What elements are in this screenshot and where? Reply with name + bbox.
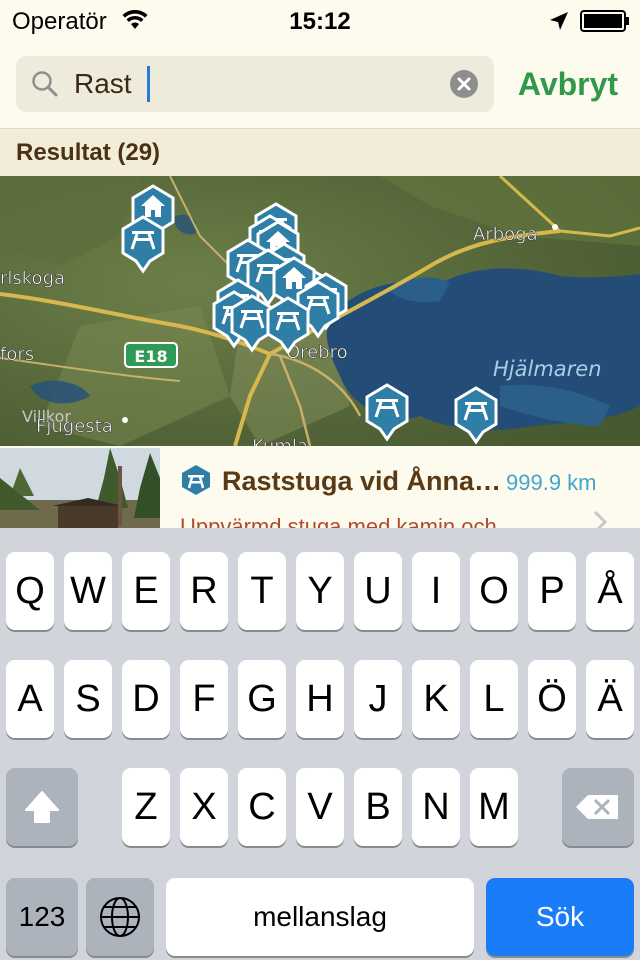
results-header: Resultat (29) [0,128,640,176]
key-b[interactable]: B [354,768,402,846]
map-label-orebro: Örebro [286,341,348,363]
key-c[interactable]: C [238,768,286,846]
key-å[interactable]: Å [586,552,634,630]
key-x[interactable]: X [180,768,228,846]
e18-road-sign: E18 [124,342,178,368]
key-ä[interactable]: Ä [586,660,634,738]
key-t[interactable]: T [238,552,286,630]
map-canvas[interactable]: Arboga rlskoga fors E18 Örebro Hjälmaren… [0,176,640,446]
keyboard: QWERTYUIOPÅ ASDFGHJKLÖÄ ZXCVBNM 123 mell… [0,528,640,960]
cancel-button[interactable]: Avbryt [508,62,628,106]
key-h[interactable]: H [296,660,344,738]
search-input[interactable]: Rast [74,64,132,104]
clear-search-button[interactable] [450,70,478,98]
search-icon [32,71,58,97]
list-item-distance: 999.9 km [506,470,597,495]
globe-key[interactable] [86,878,154,956]
key-m[interactable]: M [470,768,518,846]
key-z[interactable]: Z [122,768,170,846]
list-item-title: Raststuga vid Ånnaboda [222,466,504,496]
key-y[interactable]: Y [296,552,344,630]
map-label-fors: fors [0,344,34,365]
rest-area-icon [182,465,210,495]
location-arrow-icon [550,12,568,30]
key-u[interactable]: U [354,552,402,630]
key-o[interactable]: O [470,552,518,630]
backspace-icon [576,795,618,819]
key-ö[interactable]: Ö [528,660,576,738]
key-w[interactable]: W [64,552,112,630]
key-d[interactable]: D [122,660,170,738]
space-key[interactable]: mellanslag [166,878,474,956]
results-count-label: Resultat (29) [16,139,161,166]
shift-key[interactable] [6,768,78,846]
key-v[interactable]: V [296,768,344,846]
key-a[interactable]: A [6,660,54,738]
list-item-description: Uppvärmd stuga med kamin och [180,514,497,528]
key-r[interactable]: R [180,552,228,630]
globe-icon [100,897,140,937]
key-s[interactable]: S [64,660,112,738]
status-bar: Operatör 15:12 [0,0,640,40]
key-f[interactable]: F [180,660,228,738]
key-i[interactable]: I [412,552,460,630]
list-item[interactable]: Raststuga vid Ånnaboda 999.9 km Uppvärmd… [0,446,640,528]
backspace-key[interactable] [562,768,634,846]
clear-icon [457,77,471,91]
key-k[interactable]: K [412,660,460,738]
numbers-key[interactable]: 123 [6,878,78,956]
thumbnail-image [0,448,160,528]
key-g[interactable]: G [238,660,286,738]
map-view[interactable]: Arboga rlskoga fors E18 Örebro Hjälmaren… [0,176,640,446]
key-p[interactable]: P [528,552,576,630]
map-label-fjugesta: Fjugesta [36,416,113,437]
svg-text:E18: E18 [134,347,167,366]
map-label-arboga: Arboga [473,224,538,245]
battery-icon [580,10,629,32]
clock: 15:12 [289,8,351,35]
map-label-karlskoga: rlskoga [0,268,65,289]
key-j[interactable]: J [354,660,402,738]
key-l[interactable]: L [470,660,518,738]
map-label-kumla: Kumla [252,436,308,446]
shift-icon [25,791,59,823]
search-field[interactable]: Rast [16,56,494,112]
key-q[interactable]: Q [6,552,54,630]
search-key[interactable]: Sök [486,878,634,956]
map-label-hjalmaren: Hjälmaren [493,357,602,381]
chevron-right-icon [593,510,608,528]
key-n[interactable]: N [412,768,460,846]
key-e[interactable]: E [122,552,170,630]
text-caret [147,66,150,102]
